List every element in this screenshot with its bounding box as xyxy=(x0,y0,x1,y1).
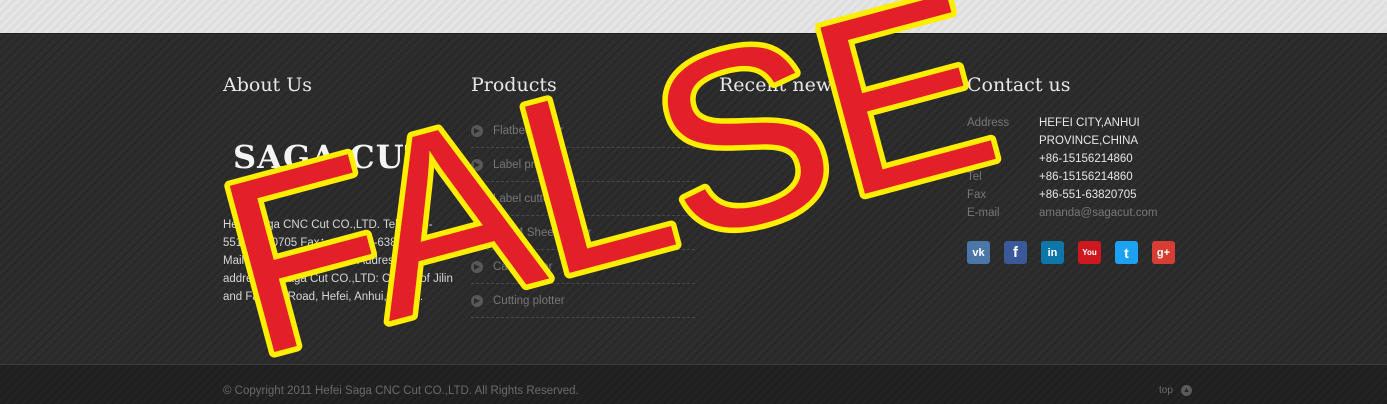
arrow-up-icon: ▲ xyxy=(1180,385,1192,396)
social-icons: vk f in You t g+ xyxy=(967,241,1189,264)
linkedin-icon[interactable]: in xyxy=(1041,241,1064,264)
recent-news-heading: Recent news xyxy=(719,74,842,96)
back-to-top-link[interactable]: top ▲ xyxy=(1159,385,1192,396)
top-label[interactable]: top xyxy=(1159,385,1173,396)
about-description: Hefei Saga CNC Cut CO.,LTD. Tel：+86-551-… xyxy=(223,219,453,303)
contact-row-fax: Fax +86-551-63820705 xyxy=(967,186,1187,204)
contact-row-email: E-mail amanda@sagacut.com xyxy=(967,204,1187,222)
product-item[interactable]: ▶ Cutting plotter xyxy=(471,284,695,318)
facebook-icon[interactable]: f xyxy=(1004,241,1027,264)
vk-icon[interactable]: vk xyxy=(967,241,990,264)
product-label[interactable]: Cutting plotter xyxy=(493,295,565,307)
circle-arrow-right-icon: ▶ xyxy=(471,192,483,205)
email-link[interactable]: amanda@sagacut.com xyxy=(1039,204,1157,222)
mobile-value: +86-15156214860 xyxy=(1039,153,1133,165)
youtube-icon[interactable]: You xyxy=(1078,241,1101,264)
product-item[interactable]: ▶ Label cutter xyxy=(471,182,695,216)
google-plus-icon[interactable]: g+ xyxy=(1152,241,1175,264)
product-label[interactable]: A3 A4 Sheet Cutter xyxy=(493,227,591,239)
product-item[interactable]: ▶ Card Cutter xyxy=(471,250,695,284)
contact-details: Address HEFEI CITY,ANHUI PROVINCE,CHINA … xyxy=(967,114,1187,222)
email-label: E-mail xyxy=(967,207,1000,219)
tel-value: +86-15156214860 xyxy=(1039,171,1133,183)
about-us-heading: About Us xyxy=(223,74,312,96)
circle-arrow-right-icon: ▶ xyxy=(471,260,483,273)
circle-arrow-right-icon: ▶ xyxy=(471,294,483,307)
top-band xyxy=(0,0,1387,34)
contact-row-mobile: Mobile +86-15156214860 xyxy=(967,150,1187,168)
footer-bottom-bar xyxy=(0,364,1387,404)
product-label[interactable]: Label cutter xyxy=(493,193,553,205)
product-item[interactable]: ▶ A3 A4 Sheet Cutter xyxy=(471,216,695,250)
fax-value: +86-551-63820705 xyxy=(1039,189,1137,201)
contact-row-tel: Tel +86-15156214860 xyxy=(967,168,1187,186)
circle-arrow-right-icon: ▶ xyxy=(471,226,483,239)
product-item[interactable]: ▶ Label printer xyxy=(471,148,695,182)
mobile-label: Mobile xyxy=(967,153,1001,165)
circle-arrow-right-icon: ▶ xyxy=(471,124,483,137)
contact-us-heading: Contact us xyxy=(967,74,1071,96)
twitter-icon[interactable]: t xyxy=(1115,241,1138,264)
product-label[interactable]: Card Cutter xyxy=(493,261,552,273)
circle-arrow-right-icon: ▶ xyxy=(471,158,483,171)
product-list: ▶ Flatbed cutter ▶ Label printer ▶ Label… xyxy=(471,114,695,318)
address-label: Address xyxy=(967,117,1010,129)
product-label[interactable]: Label printer xyxy=(493,159,557,171)
products-heading: Products xyxy=(471,74,557,96)
saga-cut-logo[interactable]: SAGA CUT xyxy=(233,138,429,176)
product-label[interactable]: Flatbed cutter xyxy=(493,125,563,137)
copyright-text: © Copyright 2011 Hefei Saga CNC Cut CO.,… xyxy=(223,385,579,397)
product-item[interactable]: ▶ Flatbed cutter xyxy=(471,114,695,148)
contact-row-address: Address HEFEI CITY,ANHUI PROVINCE,CHINA xyxy=(967,114,1187,150)
fax-label: Fax xyxy=(967,189,987,201)
tel-label: Tel xyxy=(967,171,982,183)
address-value: HEFEI CITY,ANHUI PROVINCE,CHINA xyxy=(1039,117,1140,147)
